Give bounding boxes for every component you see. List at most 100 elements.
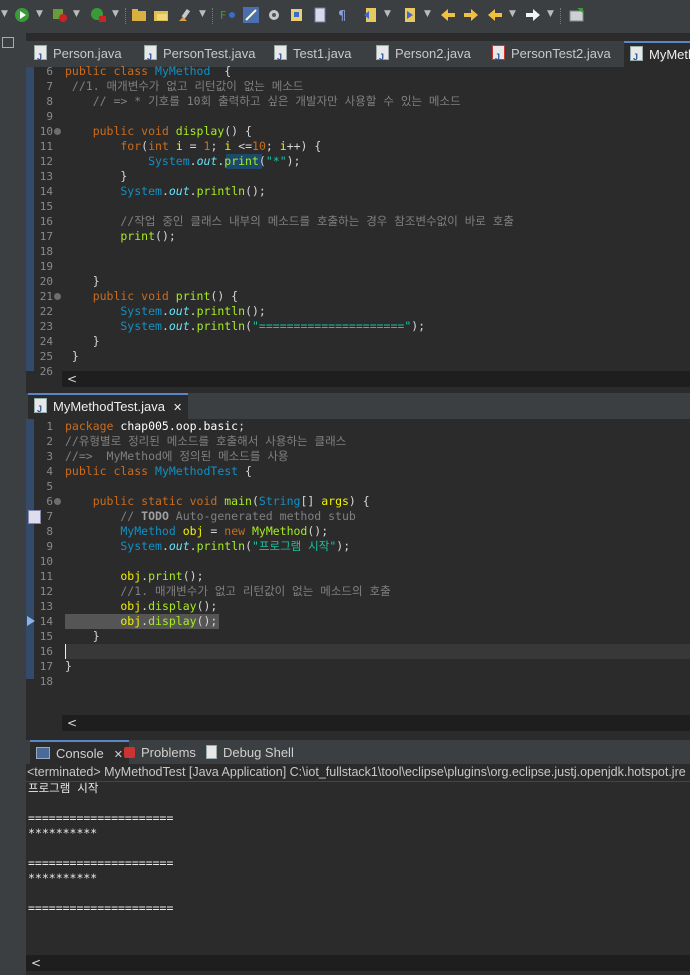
line-number: 8 — [46, 525, 53, 538]
console-output-line: ===================== — [28, 811, 174, 825]
debug-icon[interactable] — [266, 7, 282, 23]
java-file-icon — [144, 44, 157, 70]
java-file-error-icon — [492, 44, 505, 70]
open-folder-icon[interactable] — [153, 7, 169, 23]
code-line[interactable]: // TODO Auto-generated method stub — [65, 509, 355, 524]
tab-test1-java[interactable]: Test1.java — [274, 41, 352, 70]
code-line[interactable]: MyMethod obj = new MyMethod(); — [65, 524, 328, 539]
toolbar-dropdown-arrow[interactable]: ▼ — [1, 9, 8, 19]
scroll-left-arrow[interactable]: < — [67, 371, 77, 387]
line-number: 10 — [39, 125, 53, 138]
tab-console[interactable]: Console ✕ — [30, 740, 129, 766]
code-line[interactable]: package chap005.oop.basic; — [65, 419, 245, 434]
code-line[interactable]: System.out.println("====================… — [65, 319, 425, 334]
next-dropdown-arrow[interactable]: ▼ — [424, 9, 431, 19]
external-tools-icon[interactable] — [90, 7, 106, 23]
line-number: 9 — [46, 110, 53, 123]
code-line[interactable]: } — [65, 169, 127, 184]
code-line[interactable]: System.out.println(); — [65, 304, 265, 319]
brush-dropdown-arrow[interactable]: ▼ — [199, 9, 206, 19]
code-line[interactable]: obj.display(); — [65, 614, 217, 629]
line-number: 25 — [39, 350, 53, 363]
run-dropdown-arrow[interactable]: ▼ — [36, 9, 43, 19]
code-line[interactable]: } — [65, 629, 100, 644]
tab-problems[interactable]: Problems — [124, 740, 196, 766]
restore-icon[interactable] — [2, 37, 14, 48]
annotation-icon[interactable] — [363, 7, 379, 23]
code-line[interactable]: for(int i = 1; i <=10; i++) { — [65, 139, 321, 154]
next-annotation-icon[interactable] — [402, 7, 418, 23]
tab-debug-shell[interactable]: Debug Shell — [206, 740, 294, 766]
document-icon[interactable] — [312, 7, 328, 23]
scroll-left-arrow[interactable]: < — [31, 955, 41, 971]
tab-person2-java[interactable]: Person2.java — [376, 41, 471, 70]
code-line[interactable]: print(); — [65, 229, 175, 244]
back-arrow-icon[interactable] — [487, 7, 503, 23]
line-number: 11 — [39, 140, 53, 153]
line-number: 9 — [46, 540, 53, 553]
line-number: 19 — [39, 260, 53, 273]
open-type-icon[interactable] — [289, 7, 305, 23]
code-line[interactable]: // => * 기호를 10회 출력하고 싶은 개발자만 사용할 수 있는 메소… — [65, 94, 461, 109]
pilcrow-icon[interactable]: ¶ — [336, 7, 352, 24]
fold-toggle-icon[interactable] — [54, 498, 61, 505]
code-line[interactable]: public void display() { — [65, 124, 252, 139]
scroll-left-arrow[interactable]: < — [67, 715, 77, 731]
code-line[interactable]: obj.display(); — [65, 599, 217, 614]
coverage-dropdown-arrow[interactable]: ▼ — [73, 9, 80, 19]
run-icon[interactable] — [14, 7, 30, 23]
debug-pointer-icon — [27, 616, 35, 626]
code-line[interactable]: //=> MyMethod에 정의된 메소드를 사용 — [65, 449, 289, 464]
bottom-editor-hscroll[interactable]: < — [62, 715, 690, 731]
code-line[interactable]: System.out.println("프로그램 시작"); — [65, 539, 350, 554]
code-line[interactable]: System.out.println(); — [65, 184, 265, 199]
new-package-icon[interactable] — [131, 7, 147, 23]
annotation-dropdown-arrow[interactable]: ▼ — [384, 9, 391, 19]
code-line[interactable]: //유형별로 정리된 메소드를 호출해서 사용하는 클래스 — [65, 434, 346, 449]
code-line[interactable]: } — [65, 349, 79, 364]
mark-occurrences-icon[interactable] — [243, 7, 259, 23]
console-hscroll[interactable]: < — [26, 955, 690, 971]
console-output-line: ===================== — [28, 856, 174, 870]
code-line[interactable]: public static void main(String[] args) { — [65, 494, 370, 509]
code-line[interactable]: System.out.print("*"); — [65, 154, 300, 169]
code-line[interactable]: } — [65, 659, 72, 674]
svg-text:F: F — [220, 9, 226, 22]
line-number: 18 — [39, 245, 53, 258]
code-line[interactable]: //작업 중인 클래스 내부의 메소드를 호출하는 경우 참조변수없이 바로 호… — [65, 214, 514, 229]
line-number: 15 — [39, 630, 53, 643]
code-line[interactable]: } — [65, 274, 100, 289]
code-line[interactable]: } — [65, 334, 100, 349]
line-number: 24 — [39, 335, 53, 348]
forward-arrow-icon[interactable] — [525, 7, 541, 23]
tab-mymethodtest-java[interactable]: MyMethodTest.java✕ — [28, 393, 189, 421]
run-coverage-icon[interactable] — [52, 7, 68, 23]
tab-persontest2-java[interactable]: PersonTest2.java — [492, 41, 611, 70]
code-line[interactable]: public void print() { — [65, 289, 238, 304]
code-line[interactable]: public class MyMethodTest { — [65, 464, 252, 479]
task-marker-icon[interactable] — [28, 510, 41, 524]
line-number: 10 — [39, 555, 53, 568]
brush-icon[interactable] — [177, 7, 193, 23]
line-number: 20 — [39, 275, 53, 288]
forward-dropdown-arrow[interactable]: ▼ — [547, 9, 554, 19]
close-console-icon[interactable]: ✕ — [114, 749, 123, 761]
line-number: 17 — [39, 660, 53, 673]
tab-mymethod-java[interactable]: MyMeth — [624, 41, 690, 67]
external-dropdown-arrow[interactable]: ▼ — [112, 9, 119, 19]
code-line[interactable]: obj.print(); — [65, 569, 203, 584]
fold-toggle-icon[interactable] — [54, 293, 61, 300]
fold-toggle-icon[interactable] — [54, 128, 61, 135]
code-line[interactable]: public class MyMethod { — [65, 64, 231, 79]
toggle-breakpoint-icon[interactable]: F — [220, 7, 236, 23]
perspective-icon[interactable] — [569, 7, 585, 23]
forward-edit-icon[interactable] — [463, 7, 479, 23]
close-tab-icon[interactable]: ✕ — [173, 402, 182, 414]
back-dropdown-arrow[interactable]: ▼ — [509, 9, 516, 19]
current-line-highlight — [65, 644, 690, 659]
debug-shell-icon — [206, 745, 217, 759]
last-edit-icon[interactable] — [440, 7, 456, 23]
code-line[interactable]: //1. 매개변수가 없고 리턴값이 없는 메소드 — [65, 79, 304, 94]
code-line[interactable]: //1. 매개변수가 없고 리턴값이 없는 메소드의 호출 — [65, 584, 390, 599]
top-editor-hscroll[interactable]: < — [62, 371, 690, 387]
